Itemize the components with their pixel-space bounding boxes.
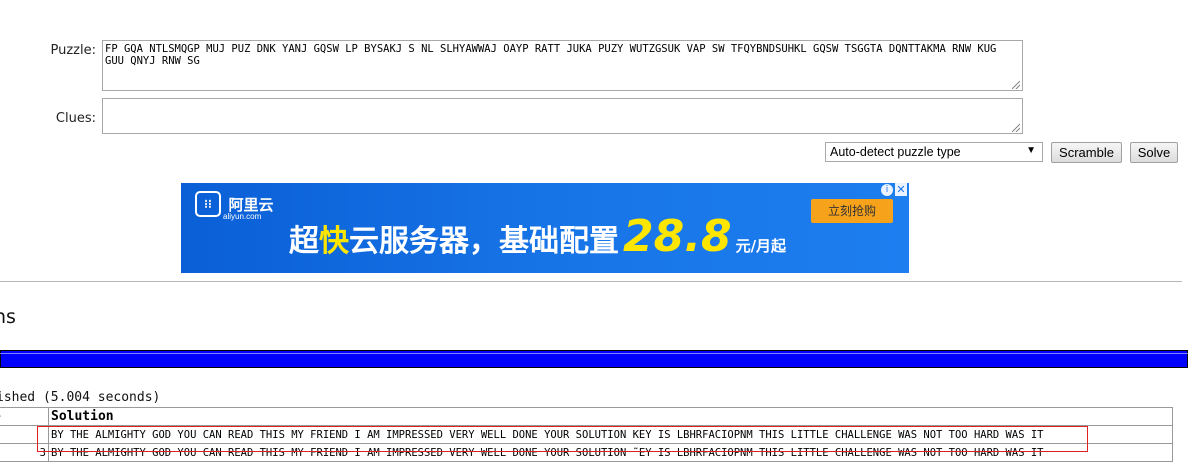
ad-headline-post: 云服务器，基础配置 — [349, 224, 619, 259]
cloud-logo-icon: ⁝⁝ — [195, 191, 221, 217]
resize-grip-icon[interactable] — [1012, 124, 1020, 132]
section-title: ns — [0, 306, 16, 328]
ad-logo-en: aliyun.com — [223, 212, 262, 221]
clues-textarea[interactable] — [102, 98, 1023, 134]
puzzle-type-selected: Auto-detect puzzle type — [830, 145, 961, 159]
ad-logo-cn: 阿里云 — [228, 196, 274, 214]
ad-headline: 超快云服务器，基础配置28.8 元/月起 — [289, 211, 786, 262]
ad-cta-button[interactable]: 立刻抢购 — [811, 199, 893, 223]
ad-headline-highlight: 快 — [319, 224, 349, 259]
table-header-row: e Solution — [0, 407, 1173, 426]
puzzle-label: Puzzle: — [50, 43, 97, 58]
divider — [0, 281, 1182, 282]
scramble-button[interactable]: Scramble — [1051, 142, 1122, 163]
ad-close-icon[interactable]: ✕ — [895, 183, 907, 196]
table-header-score: e — [0, 407, 49, 426]
table-header-solution: Solution — [48, 407, 1173, 426]
puzzle-textarea[interactable] — [102, 40, 1023, 91]
highlight-annotation — [37, 426, 1088, 452]
ad-info-icon[interactable]: i — [881, 184, 893, 196]
ad-headline-pre: 超 — [289, 224, 319, 259]
puzzle-type-select[interactable]: Auto-detect puzzle type ▼ — [825, 142, 1043, 162]
clues-label: Clues: — [55, 111, 96, 126]
ad-banner[interactable]: ⁝⁝ 阿里云 aliyun.com 超快云服务器，基础配置28.8 元/月起 立刻… — [181, 183, 909, 273]
ad-price-unit: 元/月起 — [735, 237, 787, 255]
chevron-down-icon: ▼ — [1026, 145, 1036, 156]
solve-button[interactable]: Solve — [1130, 142, 1178, 163]
ad-price: 28.8 — [623, 211, 732, 262]
status-text: ished (5.004 seconds) — [0, 390, 161, 405]
progress-highlight — [0, 353, 1188, 354]
ad-logo: ⁝⁝ 阿里云 aliyun.com — [195, 191, 274, 221]
resize-grip-icon[interactable] — [1012, 81, 1020, 89]
